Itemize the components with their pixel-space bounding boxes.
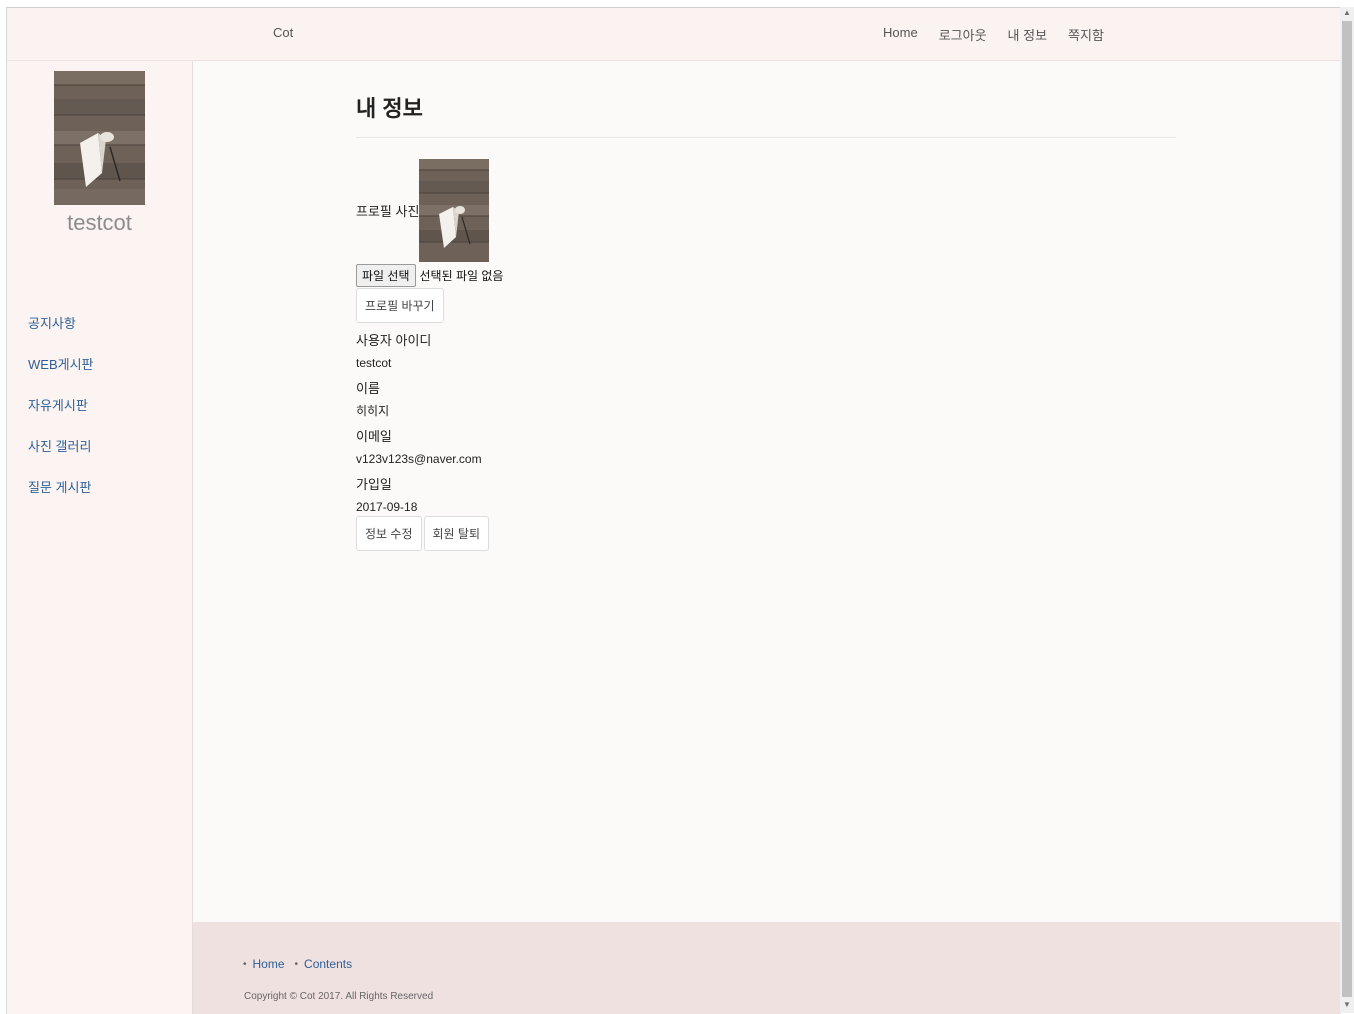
sidebar-item-free-board[interactable]: 자유게시판	[28, 395, 94, 436]
change-profile-button[interactable]: 프로필 바꾸기	[356, 288, 444, 323]
user-info: 사용자 아이디 testcot 이름 히히지 이메일 v123v123s@nav…	[356, 330, 656, 522]
footer: • Home • Contents Copyright © Cot 2017. …	[193, 922, 1341, 1014]
nav-messages-link[interactable]: 쪽지함	[1068, 25, 1104, 44]
withdraw-button[interactable]: 회원 탈퇴	[423, 516, 489, 551]
title-divider	[356, 137, 1176, 138]
profile-photo-row: 프로필 사진	[356, 159, 490, 262]
email-label: 이메일	[356, 429, 392, 444]
sidebar-menu: 공지사항 WEB게시판 자유게시판 사진 갤러리 질문 게시판	[28, 313, 94, 518]
sidebar: testcot 공지사항 WEB게시판 자유게시판 사진 갤러리 질문 게시판	[7, 61, 193, 1014]
sidebar-username: testcot	[67, 210, 132, 235]
top-nav-links: Home 로그아웃 내 정보 쪽지함	[883, 25, 1125, 44]
browser-viewport: Cot Home 로그아웃 내 정보 쪽지함 testcot 공지사항 WEB게…	[6, 7, 1341, 1014]
bullet-icon: •	[294, 958, 299, 970]
top-navbar: Cot Home 로그아웃 내 정보 쪽지함	[7, 8, 1341, 61]
user-id-label: 사용자 아이디	[356, 333, 432, 348]
profile-photo-thumbnail	[419, 159, 490, 262]
brand-link[interactable]: Cot	[273, 25, 293, 40]
email-value: v123v123s@naver.com	[356, 452, 482, 466]
name-label: 이름	[356, 381, 380, 396]
profile-photo-label: 프로필 사진	[356, 204, 420, 219]
nav-logout-link[interactable]: 로그아웃	[939, 25, 987, 44]
account-actions: 정보 수정 회원 탈퇴	[356, 516, 489, 551]
main-content: 내 정보 프로필 사진 파일 선택 선택된 파일 없음 프로필 바꾸기 사용자 …	[193, 61, 1341, 922]
vertical-scrollbar[interactable]: ▲ ▼	[1340, 7, 1354, 1013]
file-input-row: 파일 선택 선택된 파일 없음	[356, 264, 503, 287]
scroll-up-arrow-icon[interactable]: ▲	[1340, 7, 1354, 19]
sidebar-item-qna-board[interactable]: 질문 게시판	[28, 477, 94, 518]
page-title: 내 정보	[356, 96, 423, 121]
nav-home-link[interactable]: Home	[883, 25, 918, 44]
copyright-text: Copyright © Cot 2017. All Rights Reserve…	[244, 991, 434, 1002]
footer-contents-link[interactable]: Contents	[304, 957, 352, 971]
scrollbar-thumb[interactable]	[1342, 21, 1352, 997]
file-status-text: 선택된 파일 없음	[419, 269, 504, 283]
join-date-label: 가입일	[356, 477, 392, 492]
profile-photo	[54, 71, 145, 205]
name-value: 히히지	[356, 404, 390, 418]
nav-my-info-link[interactable]: 내 정보	[1008, 25, 1048, 44]
edit-info-button[interactable]: 정보 수정	[356, 516, 422, 551]
footer-home-link[interactable]: Home	[253, 957, 285, 971]
bullet-icon: •	[243, 958, 247, 970]
sidebar-item-notice[interactable]: 공지사항	[28, 313, 94, 354]
sidebar-item-web-board[interactable]: WEB게시판	[28, 354, 94, 395]
user-id-value: testcot	[356, 356, 392, 370]
footer-links: • Home • Contents	[243, 957, 362, 971]
sidebar-item-photo-gallery[interactable]: 사진 갤러리	[28, 436, 94, 477]
file-select-button[interactable]: 파일 선택	[356, 264, 416, 287]
scroll-down-arrow-icon[interactable]: ▼	[1340, 999, 1354, 1011]
